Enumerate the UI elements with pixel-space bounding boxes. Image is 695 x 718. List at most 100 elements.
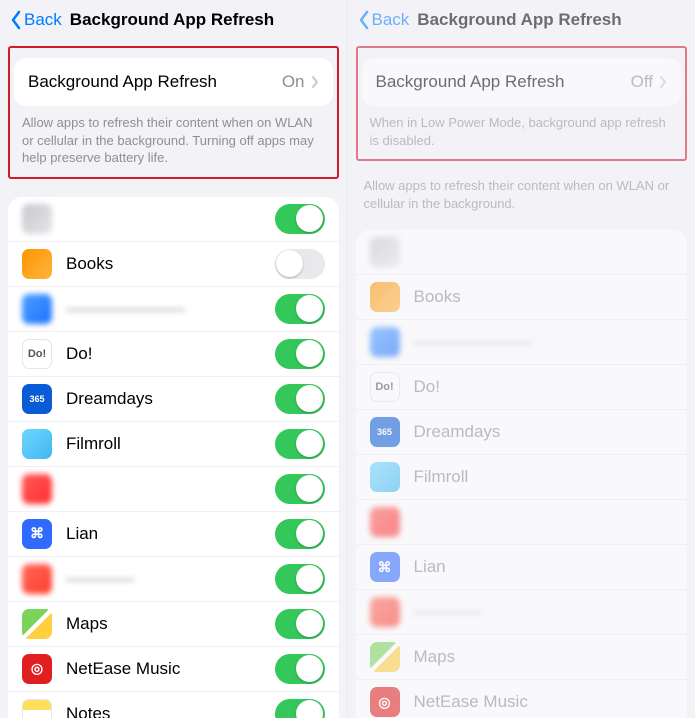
app-toggle[interactable] <box>275 699 325 718</box>
app-name-label: Maps <box>414 647 674 667</box>
settings-panel-on: Back Background App Refresh Background A… <box>0 0 348 718</box>
app-row: ⌘ Lian <box>8 512 339 557</box>
chevron-right-icon <box>659 75 667 89</box>
app-icon: ⌘ <box>370 552 400 582</box>
app-toggle[interactable] <box>275 654 325 684</box>
app-icon <box>22 609 52 639</box>
app-icon <box>370 327 400 357</box>
app-toggle[interactable] <box>275 339 325 369</box>
app-name-label: Filmroll <box>414 467 674 487</box>
app-icon <box>370 462 400 492</box>
help-text: Allow apps to refresh their content when… <box>10 106 337 167</box>
app-toggle[interactable] <box>275 474 325 504</box>
app-toggle[interactable] <box>275 609 325 639</box>
app-toggle[interactable] <box>275 204 325 234</box>
chevron-left-icon <box>10 10 22 30</box>
back-label: Back <box>24 10 62 30</box>
app-icon: 365 <box>22 384 52 414</box>
page-title: Background App Refresh <box>417 10 621 30</box>
app-list: Books ——————— Do! Do! 365 Dreamdays Filmroll ⌘ L… <box>356 230 688 718</box>
low-power-text: When in Low Power Mode, background app r… <box>358 106 686 149</box>
app-icon <box>22 249 52 279</box>
app-icon <box>370 237 400 267</box>
highlight-box: Background App Refresh Off When in Low P… <box>356 46 688 161</box>
app-icon <box>22 474 52 504</box>
app-row <box>356 230 688 275</box>
chevron-left-icon <box>358 10 370 30</box>
back-label: Back <box>372 10 410 30</box>
app-toggle[interactable] <box>275 519 325 549</box>
app-name-label: Books <box>66 254 275 274</box>
app-row: ◎ NetEase Music <box>8 647 339 692</box>
app-row: 365 Dreamdays <box>356 410 688 455</box>
app-icon <box>370 507 400 537</box>
app-row: Books <box>356 275 688 320</box>
app-icon <box>22 429 52 459</box>
back-button[interactable]: Back <box>10 10 62 30</box>
app-toggle[interactable] <box>275 294 325 324</box>
back-button[interactable]: Back <box>358 10 410 30</box>
app-name-label: Lian <box>66 524 275 544</box>
app-name-label: NetEase Music <box>414 692 674 712</box>
app-row: Do! Do! <box>356 365 688 410</box>
app-toggle[interactable] <box>275 249 325 279</box>
app-row: ◎NetEase Music <box>356 680 688 718</box>
app-row: ⌘ Lian <box>356 545 688 590</box>
app-row: 365 Dreamdays <box>8 377 339 422</box>
navbar: Back Background App Refresh <box>0 0 347 46</box>
app-icon: Do! <box>22 339 52 369</box>
app-name-label: ——————— <box>66 299 275 319</box>
page-title: Background App Refresh <box>70 10 274 30</box>
background-app-refresh-row[interactable]: Background App Refresh On <box>14 58 333 106</box>
help-text: Allow apps to refresh their content when… <box>348 167 695 212</box>
app-row: Filmroll <box>356 455 688 500</box>
app-icon <box>22 294 52 324</box>
app-name-label: Dreamdays <box>66 389 275 409</box>
app-row: ———— <box>356 590 688 635</box>
app-row: ——————— <box>8 287 339 332</box>
app-name-label: ———— <box>66 569 275 589</box>
highlight-box: Background App Refresh On Allow apps to … <box>8 46 339 179</box>
main-setting-value: Off <box>631 72 653 92</box>
app-name-label: ——————— <box>414 332 674 352</box>
app-row: Maps <box>356 635 688 680</box>
app-icon: Do! <box>370 372 400 402</box>
navbar: Back Background App Refresh <box>348 0 695 46</box>
app-name-label: Books <box>414 287 674 307</box>
background-app-refresh-row[interactable]: Background App Refresh Off <box>362 58 682 106</box>
main-setting-label: Background App Refresh <box>28 72 282 92</box>
settings-panel-off: Back Background App Refresh Background A… <box>348 0 695 718</box>
app-row <box>8 467 339 512</box>
app-icon <box>22 564 52 594</box>
app-name-label: NetEase Music <box>66 659 275 679</box>
app-name-label: Do! <box>66 344 275 364</box>
app-icon <box>22 204 52 234</box>
app-row <box>356 500 688 545</box>
app-icon <box>22 699 52 718</box>
app-icon <box>370 282 400 312</box>
app-name-label: Filmroll <box>66 434 275 454</box>
app-row: Notes <box>8 692 339 718</box>
app-list: Books ——————— Do! Do! 365 Dreamdays Filmroll ⌘ L… <box>8 197 339 718</box>
app-row: Maps <box>8 602 339 647</box>
main-setting-value: On <box>282 72 305 92</box>
app-row <box>8 197 339 242</box>
app-icon: 365 <box>370 417 400 447</box>
app-toggle[interactable] <box>275 429 325 459</box>
app-row: Filmroll <box>8 422 339 467</box>
app-toggle[interactable] <box>275 564 325 594</box>
app-icon: ⌘ <box>22 519 52 549</box>
app-name-label: Maps <box>66 614 275 634</box>
app-row: ———— <box>8 557 339 602</box>
app-name-label: Do! <box>414 377 674 397</box>
app-name-label: Notes <box>66 704 275 718</box>
app-name-label: Dreamdays <box>414 422 674 442</box>
app-row: Do! Do! <box>8 332 339 377</box>
app-row: Books <box>8 242 339 287</box>
chevron-right-icon <box>311 75 319 89</box>
app-name-label: ———— <box>414 602 674 622</box>
app-toggle[interactable] <box>275 384 325 414</box>
app-name-label: Lian <box>414 557 674 577</box>
app-icon <box>370 597 400 627</box>
app-icon: ◎ <box>22 654 52 684</box>
